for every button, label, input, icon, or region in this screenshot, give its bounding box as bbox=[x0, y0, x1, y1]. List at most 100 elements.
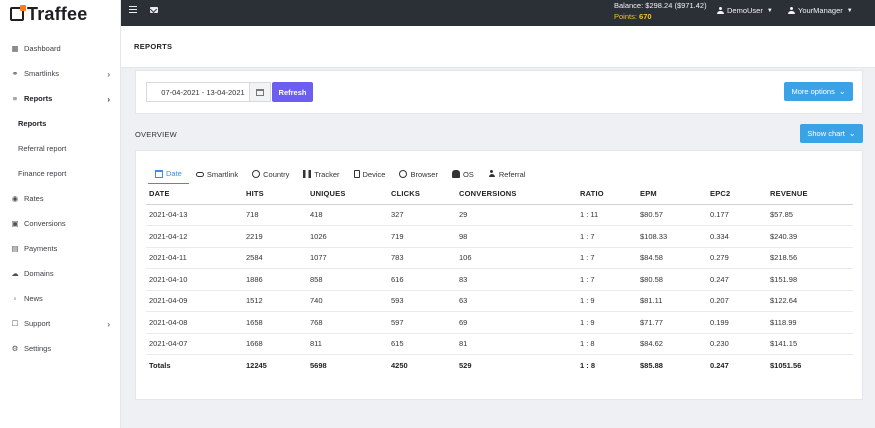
table-cell: 858 bbox=[310, 268, 391, 291]
table-cell: $71.77 bbox=[640, 311, 710, 334]
tab-referral[interactable]: Referral bbox=[481, 164, 533, 184]
table-cell: $80.57 bbox=[640, 204, 710, 226]
tab-country[interactable]: Country bbox=[245, 164, 296, 184]
table-cell: 0.247 bbox=[710, 268, 770, 291]
table-cell: $84.58 bbox=[640, 247, 710, 269]
sidebar-item-rates[interactable]: ◉ Rates bbox=[0, 186, 120, 211]
table-row: 2021-04-07 1668 811 615 81 1 : 8 $84.62 0.230 $1… bbox=[146, 333, 853, 355]
card-icon: ▤ bbox=[11, 244, 19, 253]
sidebar-subitem-finance-report[interactable]: Finance report bbox=[0, 161, 120, 186]
table-cell: 0.334 bbox=[710, 225, 770, 248]
globe-icon bbox=[252, 170, 261, 178]
page-title: REPORTS bbox=[134, 42, 173, 51]
user-icon bbox=[717, 7, 724, 14]
sidebar-item-label: Support bbox=[24, 319, 51, 328]
totals-cell: $85.88 bbox=[640, 361, 663, 370]
calendar-button[interactable] bbox=[249, 82, 271, 102]
table-cell: 1 : 7 bbox=[580, 225, 640, 248]
table-cell: 1026 bbox=[310, 225, 391, 248]
link-icon: ⚭ bbox=[11, 69, 19, 78]
conversions-icon: ▣ bbox=[11, 219, 19, 228]
table-cell: $57.85 bbox=[770, 204, 853, 226]
totals-cell: 529 bbox=[459, 361, 472, 370]
col-hits[interactable]: HITS bbox=[246, 184, 310, 205]
sidebar-item-label: Reports bbox=[24, 94, 53, 103]
col-epc2[interactable]: EPC2 bbox=[710, 184, 770, 205]
sidebar-item-smartlinks[interactable]: ⚭ Smartlinks › bbox=[0, 61, 120, 86]
page-header: REPORTS bbox=[121, 26, 875, 68]
tab-device[interactable]: Device bbox=[347, 164, 393, 184]
sidebar-item-label: Settings bbox=[24, 344, 52, 353]
report-table: DATE HITS UNIQUES CLICKS CONVERSIONS RAT… bbox=[146, 184, 853, 376]
logo-icon bbox=[10, 5, 26, 21]
show-chart-button[interactable]: Show chart ⌄ bbox=[800, 124, 863, 143]
sidebar-item-label: News bbox=[24, 294, 43, 303]
sidebar-item-domains[interactable]: ☁ Domains bbox=[0, 261, 120, 286]
refresh-button[interactable]: Refresh bbox=[272, 82, 313, 102]
col-epm[interactable]: EPM bbox=[640, 184, 710, 205]
tab-smartlink[interactable]: Smartlink bbox=[189, 164, 245, 184]
mail-icon[interactable] bbox=[150, 7, 158, 13]
col-conversions[interactable]: CONVERSIONS bbox=[459, 184, 580, 205]
table-cell: 1 : 9 bbox=[580, 290, 640, 312]
table-cell: 616 bbox=[391, 268, 459, 291]
table-cell: 0.207 bbox=[710, 290, 770, 312]
table-cell: 2021-04-13 bbox=[146, 204, 246, 226]
table-cell: $240.39 bbox=[770, 225, 853, 248]
sidebar-subitem-referral-report[interactable]: Referral report bbox=[0, 136, 120, 161]
table-row: 2021-04-08 1658 768 597 69 1 : 9 $71.77 0.199 $1… bbox=[146, 311, 853, 334]
table-cell: 1 : 11 bbox=[580, 204, 640, 226]
support-icon: ☐ bbox=[11, 319, 19, 328]
totals-cell: Totals bbox=[149, 361, 171, 370]
totals-cell: 0.247 bbox=[710, 361, 729, 370]
user-icon bbox=[488, 170, 496, 178]
sidebar-subitem-reports[interactable]: Reports bbox=[0, 111, 120, 136]
calendar-icon bbox=[155, 169, 163, 178]
more-options-button[interactable]: More options ⌄ bbox=[784, 82, 853, 101]
sidebar-item-payments[interactable]: ▤ Payments bbox=[0, 236, 120, 261]
sidebar-item-label: Rates bbox=[24, 194, 44, 203]
show-chart-label: Show chart bbox=[807, 129, 845, 138]
col-date[interactable]: DATE bbox=[146, 184, 246, 205]
user-name: DemoUser bbox=[727, 6, 763, 15]
user-icon bbox=[788, 7, 795, 14]
table-cell: 597 bbox=[391, 311, 459, 334]
tab-date[interactable]: Date bbox=[148, 164, 189, 184]
col-revenue[interactable]: REVENUE bbox=[770, 184, 853, 205]
col-ratio[interactable]: RATIO bbox=[580, 184, 640, 205]
table-cell: $151.98 bbox=[770, 268, 853, 291]
table-cell: 29 bbox=[459, 204, 580, 226]
table-cell: 1886 bbox=[246, 268, 310, 291]
cloud-icon: ☁ bbox=[11, 269, 19, 278]
sidebar-item-support[interactable]: ☐ Support › bbox=[0, 311, 120, 336]
points-text: Points: 670 bbox=[614, 11, 652, 22]
sidebar-item-dashboard[interactable]: ▦ Dashboard bbox=[0, 36, 120, 61]
tab-os[interactable]: OS bbox=[445, 164, 481, 184]
sidebar-item-conversions[interactable]: ▣ Conversions bbox=[0, 211, 120, 236]
table-cell: 0.199 bbox=[710, 311, 770, 334]
user-menu[interactable]: DemoUser ▼ bbox=[717, 6, 773, 15]
logo[interactable]: Traffee bbox=[0, 0, 120, 28]
table-cell: 98 bbox=[459, 225, 580, 248]
date-range-input[interactable]: 07-04-2021 - 13-04-2021 bbox=[146, 82, 260, 102]
sidebar: Traffee ▦ Dashboard ⚭ Smartlinks › ≡ Rep… bbox=[0, 0, 121, 428]
col-clicks[interactable]: CLICKS bbox=[391, 184, 459, 205]
sidebar-item-news[interactable]: ▫ News bbox=[0, 286, 120, 311]
table-cell: 1658 bbox=[246, 311, 310, 334]
sidebar-item-reports[interactable]: ≡ Reports › bbox=[0, 86, 120, 111]
table-cell: 1 : 8 bbox=[580, 333, 640, 355]
tab-label: Smartlink bbox=[206, 169, 239, 179]
table-row: 2021-04-10 1886 858 616 83 1 : 7 $80.58 0.247 $1… bbox=[146, 268, 853, 291]
tab-tracker[interactable]: Tracker bbox=[296, 164, 346, 184]
table-cell: 2219 bbox=[246, 225, 310, 248]
table-row: 2021-04-09 1512 740 593 63 1 : 9 $81.11 0.207 $1… bbox=[146, 290, 853, 312]
menu-icon[interactable] bbox=[129, 6, 137, 14]
sidebar-item-settings[interactable]: ⚙ Settings bbox=[0, 336, 120, 361]
manager-menu[interactable]: YourManager ▼ bbox=[788, 6, 853, 15]
table-cell: 418 bbox=[310, 204, 391, 226]
tab-browser[interactable]: Browser bbox=[392, 164, 445, 184]
col-uniques[interactable]: UNIQUES bbox=[310, 184, 391, 205]
browser-icon bbox=[399, 170, 408, 178]
news-icon: ▫ bbox=[13, 294, 17, 303]
sidebar-item-label: Domains bbox=[24, 269, 54, 278]
